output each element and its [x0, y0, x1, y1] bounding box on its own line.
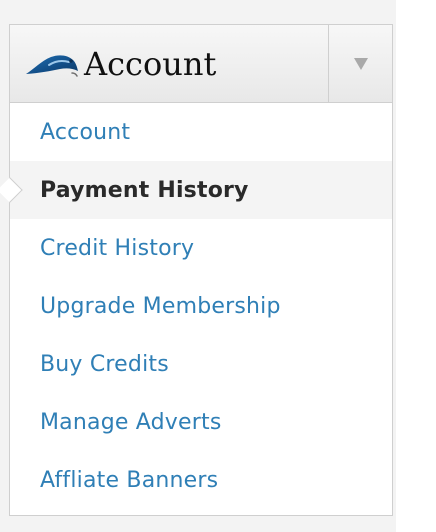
- menu-item-affliate-banners[interactable]: Affliate Banners: [10, 451, 392, 509]
- menu-item-credit-history[interactable]: Credit History: [10, 219, 392, 277]
- menu-header-title-area[interactable]: Account: [10, 25, 328, 102]
- menu-item-manage-adverts[interactable]: Manage Adverts: [10, 393, 392, 451]
- menu-item-label: Upgrade Membership: [40, 293, 281, 319]
- active-item-marker: [0, 177, 23, 203]
- menu-item-label: Payment History: [40, 177, 249, 203]
- menu-list: Account Payment History Credit History U…: [0, 103, 392, 509]
- menu-item-payment-history[interactable]: Payment History: [0, 161, 392, 219]
- menu-item-label: Affliate Banners: [40, 467, 219, 493]
- menu-item-account[interactable]: Account: [10, 103, 392, 161]
- menu-item-label: Account: [40, 119, 131, 145]
- account-menu: Account Account Payment History Credit H…: [0, 24, 393, 516]
- menu-item-label: Credit History: [40, 235, 195, 261]
- menu-item-upgrade-membership[interactable]: Upgrade Membership: [10, 277, 392, 335]
- menu-header-title: Account: [84, 44, 217, 83]
- dropdown-toggle-button[interactable]: [328, 25, 392, 102]
- menu-item-label: Manage Adverts: [40, 409, 222, 435]
- chevron-down-icon: [353, 57, 368, 70]
- page-background: [396, 0, 436, 532]
- menu-item-buy-credits[interactable]: Buy Credits: [10, 335, 392, 393]
- menu-header: Account: [10, 25, 392, 103]
- bird-icon: [24, 51, 80, 77]
- menu-item-label: Buy Credits: [40, 351, 169, 377]
